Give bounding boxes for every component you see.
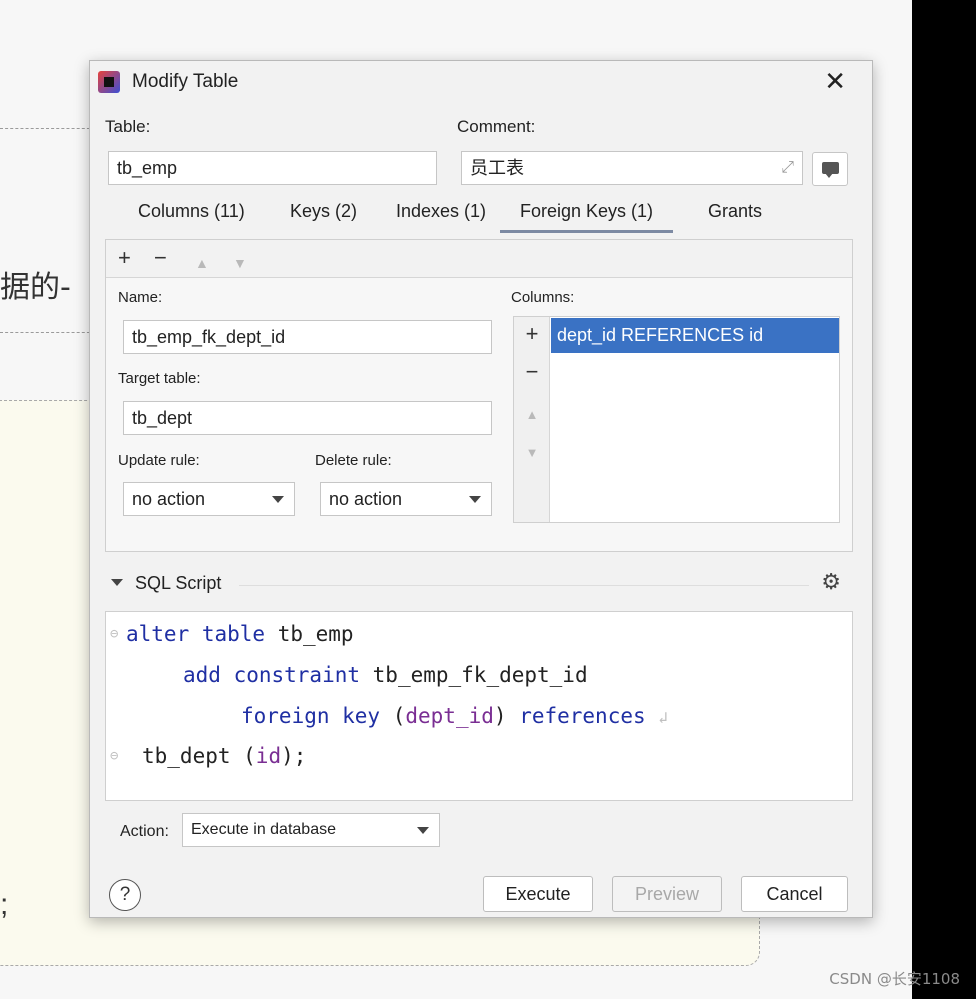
sql-line: alter table tb_emp <box>126 622 354 646</box>
tab-keys[interactable]: Keys (2) <box>290 201 357 230</box>
comment-input[interactable]: 员工表 ⤢ <box>461 151 803 185</box>
tab-columns[interactable]: Columns (11) <box>138 201 245 230</box>
modify-table-dialog: Modify Table ✕ Table: tb_emp Comment: 员工… <box>89 60 873 918</box>
sql-column: dept_id <box>405 704 494 728</box>
move-down-icon[interactable]: ▼ <box>233 251 247 275</box>
action-value: Execute in database <box>191 821 336 838</box>
sql-text: tb_emp <box>265 622 354 646</box>
sql-keyword: add constraint <box>183 663 361 687</box>
close-button[interactable]: ✕ <box>824 67 846 95</box>
comment-value: 员工表 <box>470 158 524 178</box>
sql-column: id <box>255 744 282 768</box>
background-divider <box>0 128 95 129</box>
target-table-input[interactable]: tb_dept <box>123 401 492 435</box>
soft-wrap-icon: ↲ <box>658 708 668 727</box>
sql-text: ) <box>493 704 520 728</box>
sql-editor[interactable]: ⊖ alter table tb_emp add constraint tb_e… <box>105 611 853 801</box>
sql-script-header[interactable]: SQL Script ⚙ <box>105 569 845 597</box>
sql-keyword: foreign key <box>241 704 381 728</box>
target-table-label: Target table: <box>118 370 201 387</box>
columns-list: + − ▲ ▼ dept_id REFERENCES id <box>513 316 840 523</box>
sql-text: tb_dept ( <box>142 744 256 768</box>
add-column-icon[interactable]: + <box>514 321 550 347</box>
update-rule-select[interactable]: no action <box>123 482 295 516</box>
background-text: ; <box>0 888 9 921</box>
execute-button[interactable]: Execute <box>483 876 593 912</box>
move-up-icon[interactable]: ▲ <box>195 251 209 275</box>
column-mapping-row[interactable]: dept_id REFERENCES id <box>551 318 839 353</box>
dialog-title: Modify Table <box>132 71 239 92</box>
expand-icon[interactable]: ⤢ <box>781 158 794 178</box>
add-icon[interactable]: + <box>118 246 131 270</box>
delete-rule-select[interactable]: no action <box>320 482 492 516</box>
tab-indexes[interactable]: Indexes (1) <box>396 201 486 230</box>
update-rule-value: no action <box>132 489 206 509</box>
fk-name-input[interactable]: tb_emp_fk_dept_id <box>123 320 492 354</box>
sql-line: foreign key (dept_id) references ↲ <box>241 704 668 728</box>
panel-toolbar: + − ▲ ▼ <box>106 240 852 278</box>
remove-icon[interactable]: − <box>154 246 167 270</box>
background-text: 据的- <box>0 270 71 305</box>
sql-keyword: references <box>519 704 646 728</box>
delete-rule-label: Delete rule: <box>315 452 392 469</box>
watermark: CSDN @长安1108 <box>829 970 960 988</box>
divider <box>239 585 809 586</box>
gear-icon[interactable]: ⚙ <box>821 569 841 595</box>
sql-line: tb_dept (id); <box>142 744 306 768</box>
remove-column-icon[interactable]: − <box>514 359 550 385</box>
update-rule-label: Update rule: <box>118 452 200 469</box>
comment-icon <box>822 162 839 178</box>
sql-script-title: SQL Script <box>135 573 222 593</box>
collapse-icon[interactable] <box>111 579 123 586</box>
sql-text: ); <box>281 744 307 768</box>
action-label: Action: <box>120 823 169 840</box>
title-bar: Modify Table ✕ <box>90 61 872 103</box>
fold-icon[interactable]: ⊖ <box>110 748 118 764</box>
sql-text: tb_emp_fk_dept_id <box>360 663 588 687</box>
sql-text: ( <box>380 704 406 728</box>
comment-button[interactable] <box>812 152 848 186</box>
cancel-button[interactable]: Cancel <box>741 876 848 912</box>
foreign-keys-panel: + − ▲ ▼ Name: tb_emp_fk_dept_id Target t… <box>105 239 853 552</box>
chevron-down-icon <box>469 496 481 503</box>
sql-keyword: alter table <box>126 622 266 646</box>
columns-toolbar: + − ▲ ▼ <box>514 317 550 522</box>
sql-line: add constraint tb_emp_fk_dept_id <box>183 663 588 687</box>
delete-rule-value: no action <box>329 489 403 509</box>
comment-label: Comment: <box>457 117 536 136</box>
columns-label: Columns: <box>511 289 575 306</box>
black-border <box>912 0 976 999</box>
move-up-icon[interactable]: ▲ <box>514 407 550 422</box>
move-down-icon[interactable]: ▼ <box>514 445 550 460</box>
help-button[interactable]: ? <box>109 879 141 911</box>
preview-button[interactable]: Preview <box>612 876 722 912</box>
tab-foreign-keys[interactable]: Foreign Keys (1) <box>500 201 674 233</box>
app-icon <box>98 71 120 93</box>
tab-grants[interactable]: Grants <box>708 201 762 230</box>
table-label: Table: <box>105 117 151 136</box>
chevron-down-icon <box>272 496 284 503</box>
fold-icon[interactable]: ⊖ <box>110 626 118 642</box>
action-select[interactable]: Execute in database <box>182 813 440 847</box>
table-name-input[interactable]: tb_emp <box>108 151 437 185</box>
background-divider <box>0 332 95 333</box>
chevron-down-icon <box>417 827 429 834</box>
fk-name-label: Name: <box>118 289 163 306</box>
